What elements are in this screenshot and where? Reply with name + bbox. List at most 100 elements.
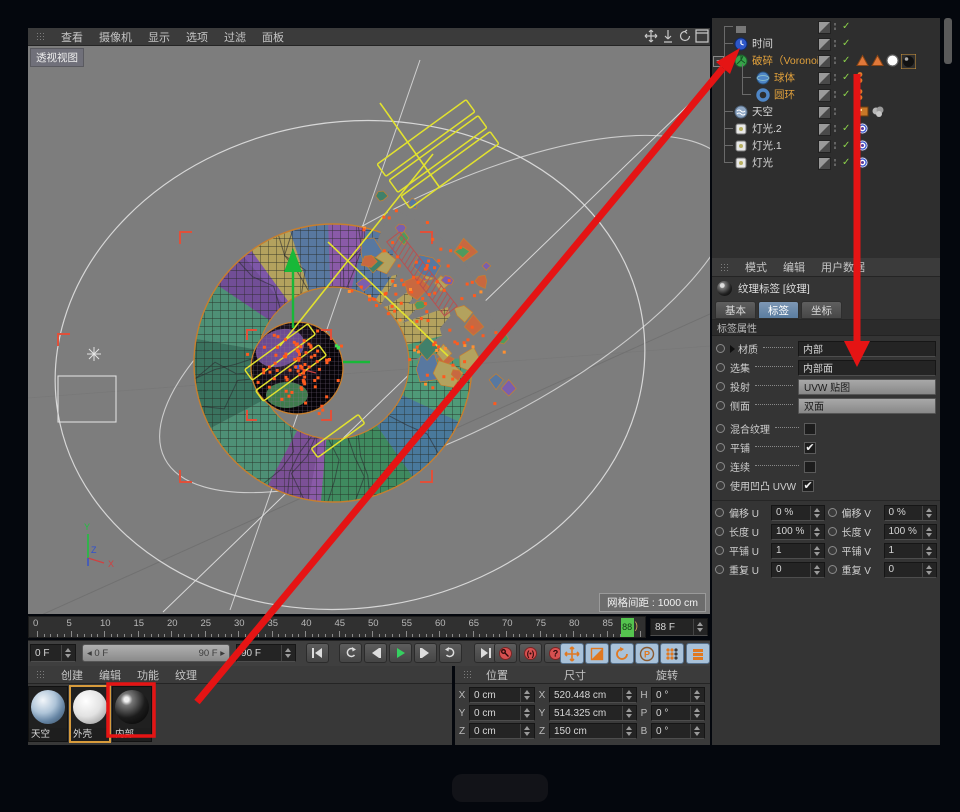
range-slider[interactable]: ◂ 0 F 90 F ▸: [82, 644, 230, 662]
target-tag-icon[interactable]: [856, 139, 869, 155]
material-menu-item[interactable]: 功能: [137, 667, 159, 683]
key-selection-toggle[interactable]: [660, 643, 684, 664]
viewport-menu-item[interactable]: 过滤: [224, 29, 246, 45]
text-field[interactable]: 内部面: [798, 359, 936, 376]
rotation-field[interactable]: 0 °: [651, 705, 705, 721]
attribute-menu-item[interactable]: 模式: [745, 259, 767, 275]
loop-start-field[interactable]: 0 F: [30, 644, 76, 662]
stepper[interactable]: [690, 706, 700, 720]
checkbox[interactable]: ✔: [804, 441, 816, 454]
uv-field[interactable]: 0 %: [883, 504, 937, 521]
stepper[interactable]: [281, 645, 291, 661]
layer-icon[interactable]: [818, 72, 831, 85]
layer-icon[interactable]: [818, 140, 831, 153]
dropdown[interactable]: 双面: [798, 397, 936, 414]
layer-icon[interactable]: [818, 157, 831, 170]
checkbox[interactable]: ✔: [802, 479, 815, 492]
size-field[interactable]: 520.448 cm: [549, 687, 637, 703]
stepper[interactable]: [809, 562, 820, 577]
maximize-icon[interactable]: [695, 29, 709, 43]
compositing-tag-icon[interactable]: [871, 105, 885, 121]
material-white[interactable]: 外壳: [70, 686, 110, 742]
pan-icon[interactable]: [644, 29, 658, 43]
autokeying-button[interactable]: ( ): [519, 643, 542, 663]
visibility-dots-icon[interactable]: [834, 107, 836, 116]
view-label[interactable]: 透视视图: [30, 48, 84, 67]
material-sky[interactable]: 天空: [28, 686, 68, 742]
triangle-tag-icon[interactable]: [871, 54, 884, 70]
rotation-field[interactable]: 0 °: [651, 723, 705, 739]
keyframe-radio[interactable]: [827, 527, 837, 536]
visibility-dots-icon[interactable]: [834, 158, 836, 167]
key-rotation-toggle[interactable]: [610, 643, 634, 664]
layer-icon[interactable]: [818, 38, 831, 51]
stepper[interactable]: [520, 688, 530, 702]
visibility-dots-icon[interactable]: [834, 124, 836, 133]
layer-icon[interactable]: [818, 123, 831, 136]
previous-frame-button[interactable]: [364, 643, 387, 663]
visibility-dots-icon[interactable]: [834, 22, 836, 31]
keyframe-radio[interactable]: [716, 443, 725, 452]
rotate-icon[interactable]: [678, 29, 692, 43]
enabled-check-icon[interactable]: ✓: [842, 157, 850, 168]
keyframe-radio[interactable]: [715, 546, 724, 555]
layer-icon[interactable]: [818, 21, 831, 34]
keyframe-radio[interactable]: [716, 424, 725, 433]
sky-tex-tag-icon[interactable]: [856, 105, 869, 121]
viewport-menu-item[interactable]: 选项: [186, 29, 208, 45]
position-field[interactable]: 0 cm: [469, 705, 535, 721]
visibility-dots-icon[interactable]: [834, 141, 836, 150]
object-row[interactable]: 球体 ✓: [712, 69, 940, 86]
playhead[interactable]: 88: [620, 618, 634, 637]
material-black[interactable]: 内部: [112, 686, 152, 742]
target-tag-icon[interactable]: [856, 122, 869, 138]
triangle-tag-icon[interactable]: [856, 54, 869, 70]
uv-field[interactable]: 0 %: [771, 504, 825, 521]
object-row[interactable]: 灯光 ✓: [712, 154, 940, 171]
uv-field[interactable]: 100 %: [771, 523, 825, 540]
key-scale-toggle[interactable]: [585, 643, 609, 664]
enabled-check-icon[interactable]: ✓: [842, 55, 850, 66]
stepper[interactable]: [809, 524, 820, 539]
tab-active[interactable]: 标签: [758, 301, 799, 319]
stepper[interactable]: [622, 724, 632, 738]
viewport-menu-item[interactable]: 显示: [148, 29, 170, 45]
keyframe-radio[interactable]: [716, 401, 725, 410]
keyframe-radio[interactable]: [716, 344, 725, 353]
keyframe-radio[interactable]: [716, 363, 725, 372]
material-menu-item[interactable]: 纹理: [175, 667, 197, 683]
layer-icon[interactable]: [818, 106, 831, 119]
material-menu-item[interactable]: 编辑: [99, 667, 121, 683]
object-row[interactable]: 圆环 ✓: [712, 86, 940, 103]
panel-handle-icon[interactable]: [36, 32, 45, 41]
attribute-menu-item[interactable]: 编辑: [783, 259, 805, 275]
keyframe-radio[interactable]: [715, 565, 724, 574]
object-row[interactable]: 灯光.1 ✓: [712, 137, 940, 154]
material-menu-item[interactable]: 创建: [61, 667, 83, 683]
attribute-menu-item[interactable]: 用户数据: [821, 259, 865, 275]
record-keyframe-button[interactable]: [494, 643, 517, 663]
uv-field[interactable]: 0: [883, 561, 937, 578]
timeline-ruler[interactable]: 0 5 10 15 20 25 30 35 40 45 50 55 60 65 70 75 80 85 88): [28, 616, 646, 638]
object-row[interactable]: − 破碎（Voronoi） ✓: [712, 52, 940, 70]
text-field[interactable]: 内部: [798, 340, 936, 357]
layer-manager-button[interactable]: [686, 643, 710, 664]
key-position-toggle[interactable]: [560, 643, 584, 664]
stepper[interactable]: [922, 562, 932, 577]
viewport-menu-item[interactable]: 查看: [61, 29, 83, 45]
keyframe-radio[interactable]: [827, 546, 837, 555]
next-frame-button[interactable]: [414, 643, 437, 663]
enabled-check-icon[interactable]: ✓: [842, 72, 850, 83]
layer-icon[interactable]: [818, 89, 831, 102]
stepper[interactable]: [922, 543, 932, 558]
visibility-dots-icon[interactable]: [834, 39, 836, 48]
panel-handle-icon[interactable]: [36, 670, 45, 679]
stepper[interactable]: [622, 706, 632, 720]
scrollbar[interactable]: [944, 18, 952, 64]
keyframe-radio[interactable]: [716, 382, 725, 391]
uv-field[interactable]: 1: [883, 542, 937, 559]
panel-handle-icon[interactable]: [463, 670, 472, 679]
enabled-check-icon[interactable]: ✓: [842, 38, 850, 49]
visibility-dots-icon[interactable]: [834, 56, 836, 65]
stepper[interactable]: [520, 724, 530, 738]
